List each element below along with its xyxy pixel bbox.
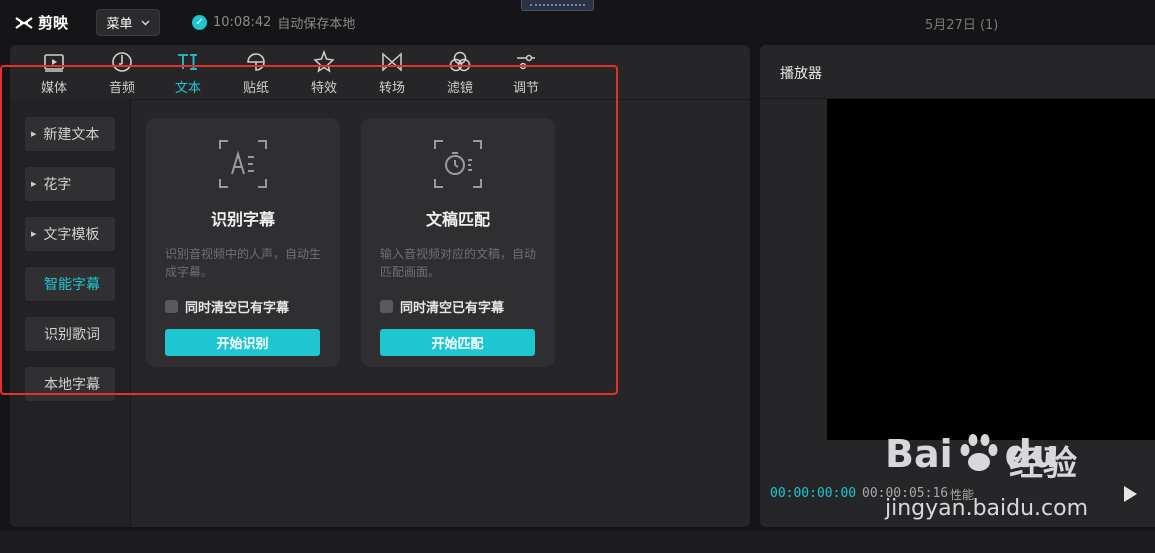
current-time: 00:00:00:00 [770,486,857,501]
watermark-url: jingyan.baidu.com [885,496,1089,521]
autosave-time: 10:08:42 [213,15,272,30]
autosave-status: ✓ 10:08:42 自动保存本地 [192,13,355,32]
app-logo: 剪映 [14,12,68,33]
chevron-down-icon [141,20,149,25]
capcut-logo-icon [15,16,33,29]
autosave-text: 自动保存本地 [277,17,356,32]
check-icon: ✓ [192,15,207,30]
menu-label: 菜单 [106,17,133,32]
video-preview[interactable] [827,99,1155,440]
baidu-jingyan-watermark: Bai du 经验 jingyan.baidu.com [885,430,1155,530]
timeline-toolbar [0,530,1155,553]
title-bar: 剪映 菜单 ✓ 10:08:42 自动保存本地 5月27日 (1) [0,0,1155,44]
watermark-suffix: 经验 [1009,444,1077,484]
project-title: 5月27日 (1) [925,18,999,33]
app-name: 剪映 [38,14,69,32]
menu-button[interactable]: 菜单 [96,9,160,36]
player-title: 播放器 [780,66,822,82]
highlight-annotation-frame [0,65,618,395]
window-drag-handle[interactable] [521,0,594,11]
watermark-brand-left: Bai [885,432,953,476]
paw-icon [960,434,998,471]
